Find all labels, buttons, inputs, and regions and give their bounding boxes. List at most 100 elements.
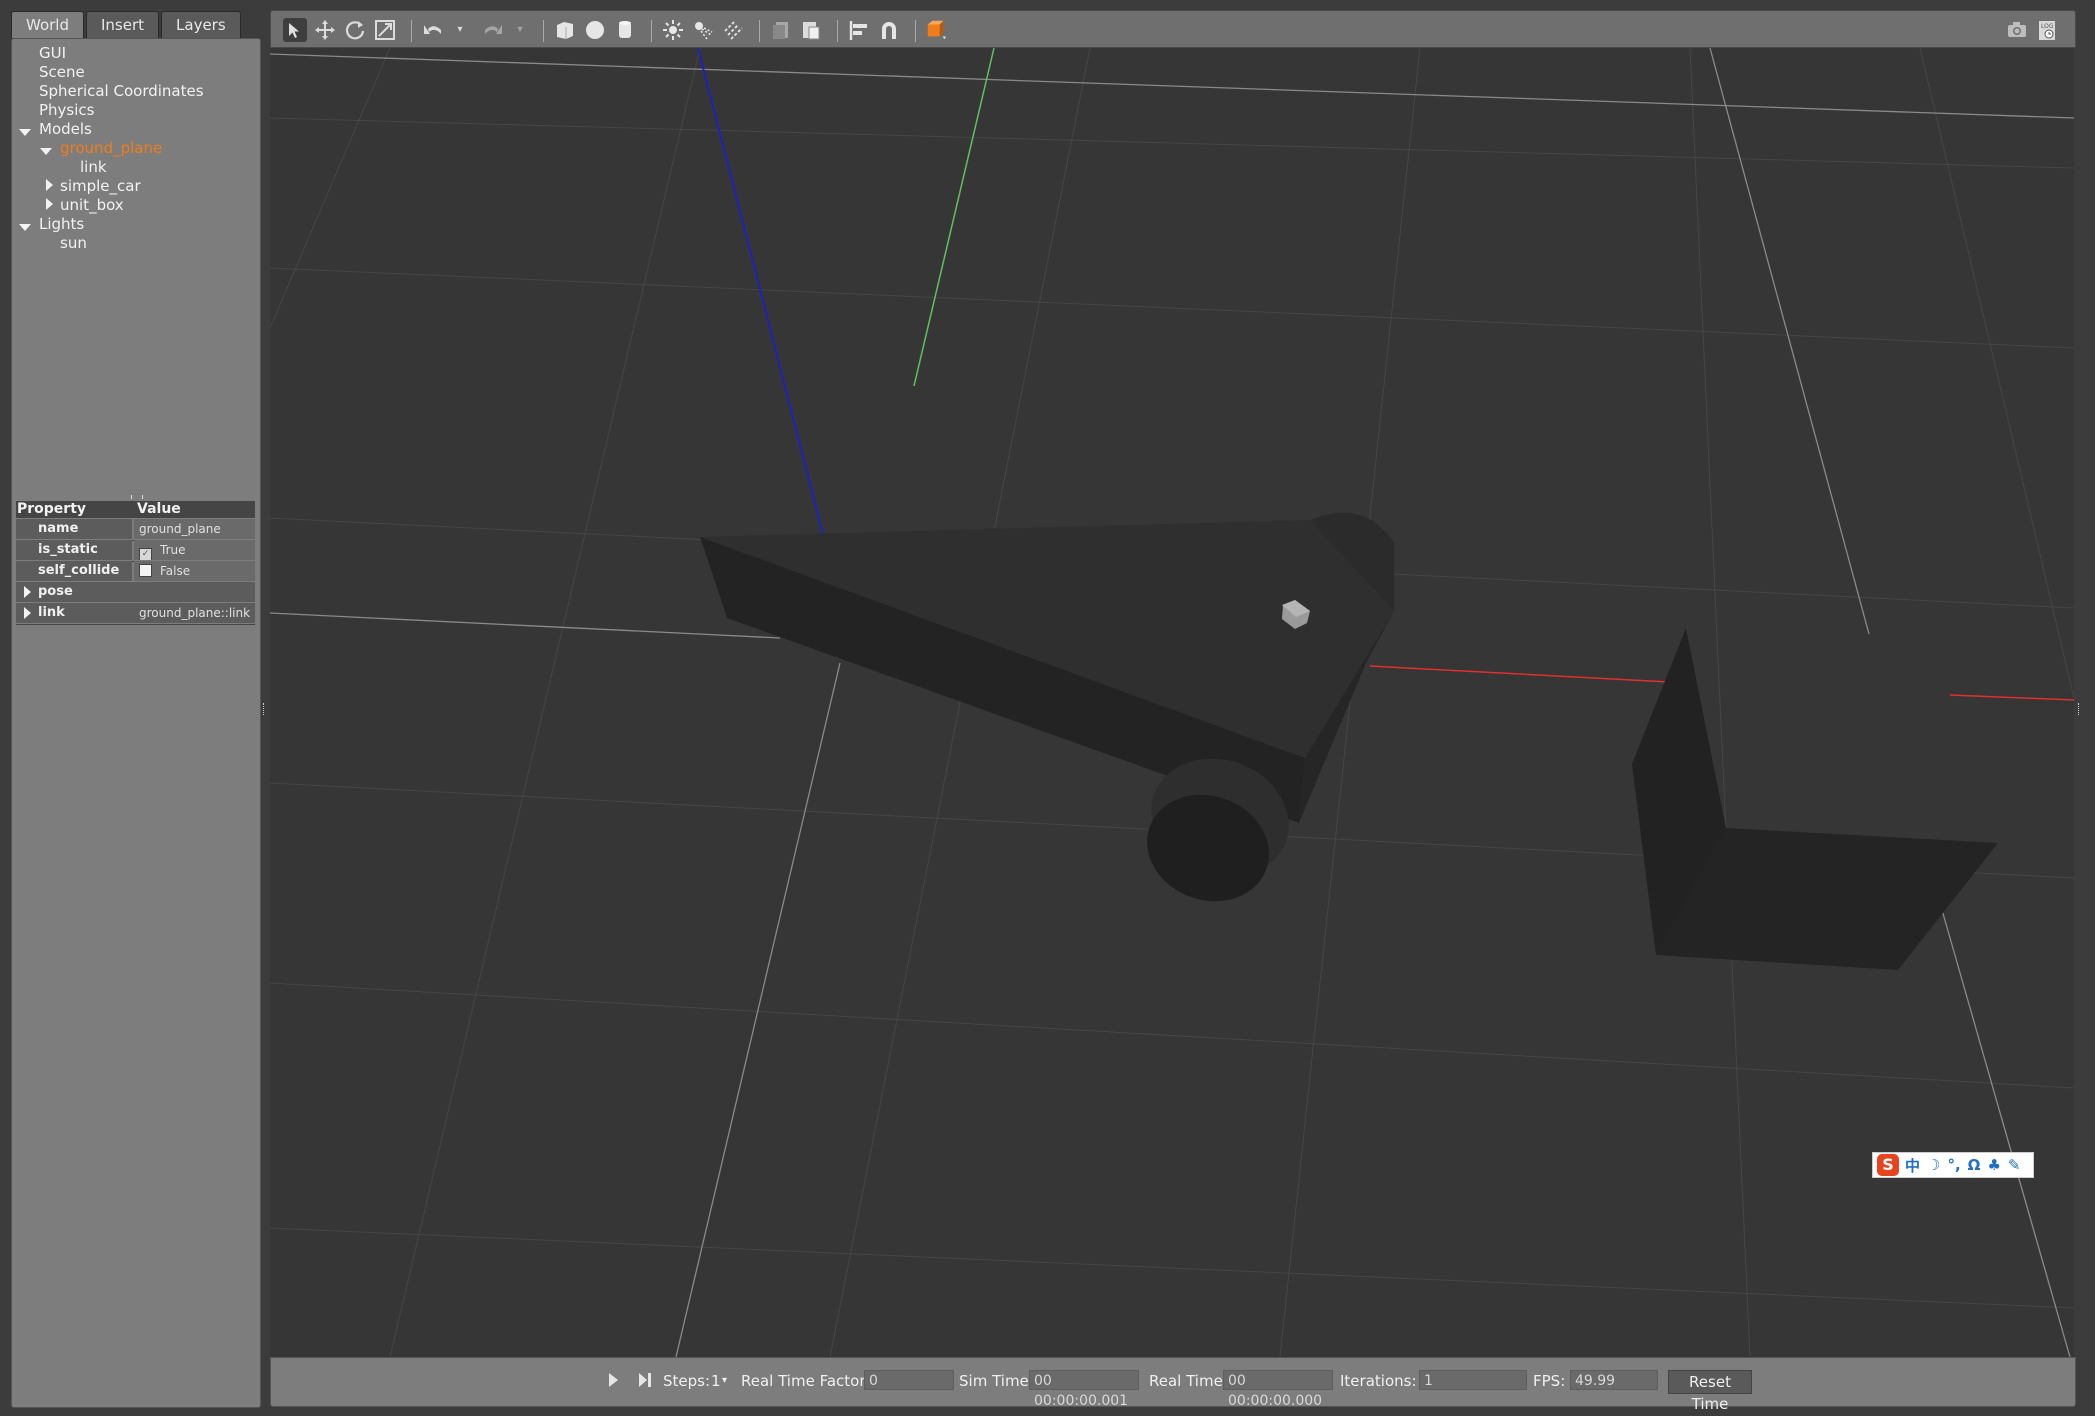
ime-moon-icon[interactable]: ☽ (1927, 1156, 1940, 1174)
undo-history-dropdown-icon[interactable]: ▾ (455, 18, 465, 42)
axis-x-line (1369, 665, 2074, 701)
steps-value[interactable]: 1 (711, 1372, 721, 1390)
property-key-link: link (38, 605, 65, 620)
property-row-name: name ground_plane (16, 519, 255, 541)
right-panel-collapse-handle[interactable] (2078, 703, 2082, 715)
ime-toolbar[interactable]: S 中 ☽ °, Ω ♣ ✎ (1872, 1152, 2034, 1178)
step-icon[interactable] (633, 1368, 657, 1392)
cylinder-icon[interactable] (613, 18, 637, 42)
iterations-value: 1 (1419, 1370, 1527, 1390)
property-header-row: Property Value (16, 501, 255, 518)
ime-settings-icon[interactable]: ✎ (2008, 1156, 2021, 1174)
scene-viewport[interactable]: S 中 ☽ °, Ω ♣ ✎ (270, 48, 2074, 1357)
tab-insert[interactable]: Insert (86, 11, 160, 38)
property-row-pose[interactable]: pose (16, 582, 255, 604)
tree-item-ground-plane[interactable]: ground_plane (60, 139, 162, 158)
world-panel: GUI Scene Spherical Coordinates Physics … (11, 38, 261, 1408)
main-toolbar: ▾ ▾ LOG (270, 10, 2076, 48)
property-column-header: Property (17, 501, 87, 517)
panel-splitter-handle[interactable] (131, 495, 143, 499)
tree-item-unit-box[interactable]: unit_box (60, 196, 124, 215)
tree-item-spherical-coordinates[interactable]: Spherical Coordinates (39, 82, 204, 101)
link-value: ground_plane::link (139, 606, 251, 620)
ime-logo[interactable]: S (1877, 1154, 1899, 1176)
tree-item-physics[interactable]: Physics (39, 101, 94, 120)
property-row-link[interactable]: link ground_plane::link (16, 603, 255, 625)
steps-label: Steps: (663, 1372, 711, 1390)
steps-dropdown-icon[interactable]: ▾ (722, 1375, 727, 1386)
fps-value: 49.99 (1570, 1370, 1658, 1390)
reset-time-button[interactable]: Reset Time (1668, 1370, 1752, 1413)
sphere-icon[interactable] (583, 18, 607, 42)
redo-icon[interactable] (481, 18, 505, 42)
expand-models-icon[interactable] (19, 129, 31, 136)
box-icon[interactable] (553, 18, 577, 42)
rotate-icon[interactable] (343, 18, 367, 42)
simple-car-model[interactable] (700, 512, 1394, 918)
value-column-header: Value (137, 501, 181, 517)
real-time-factor-label: Real Time Factor: (741, 1372, 871, 1390)
svg-text:LOG: LOG (2041, 23, 2054, 30)
property-row-is-static: is_static ✓ True (16, 540, 255, 562)
property-key-is-static: is_static (16, 540, 132, 560)
iterations-label: Iterations: (1340, 1372, 1417, 1390)
ime-punctuation-icon[interactable]: °, (1947, 1156, 1960, 1174)
spot-light-icon[interactable] (691, 18, 715, 42)
is-static-label: True (160, 543, 186, 557)
simulation-status-bar: Steps: 1 ▾ Real Time Factor: 0 Sim Time:… (270, 1357, 2076, 1413)
is-static-value: ✓ True (134, 540, 255, 560)
tree-item-gui[interactable]: GUI (39, 44, 66, 63)
screenshot-camera-icon[interactable] (2005, 18, 2029, 42)
expand-lights-icon[interactable] (19, 224, 31, 231)
undo-icon[interactable] (421, 18, 445, 42)
left-tabs: World Insert Layers (11, 11, 243, 38)
self-collide-label: False (160, 564, 191, 578)
scale-icon[interactable] (373, 18, 397, 42)
left-panel-collapse-handle[interactable] (263, 703, 267, 715)
scene-render (270, 48, 2074, 1357)
real-time-factor-value: 0 (864, 1370, 954, 1390)
name-value-field[interactable]: ground_plane (134, 519, 255, 539)
tree-item-models[interactable]: Models (39, 120, 92, 139)
snap-magnet-icon[interactable] (877, 18, 901, 42)
tab-world[interactable]: World (11, 11, 84, 38)
tree-item-link[interactable]: link (80, 158, 107, 177)
property-key-pose: pose (38, 584, 73, 599)
is-static-checkbox[interactable]: ✓ (139, 548, 152, 560)
expand-unit-box-icon[interactable] (46, 198, 53, 210)
real-time-value: 00 00:00:00.000 (1223, 1370, 1333, 1409)
tree-item-sun[interactable]: sun (60, 234, 87, 253)
property-key-name: name (16, 519, 132, 539)
expand-ground-plane-icon[interactable] (40, 148, 52, 155)
ime-skin-icon[interactable]: ♣ (1987, 1156, 2000, 1174)
copy-icon[interactable] (769, 18, 793, 42)
unit-box-model[interactable] (1632, 628, 1998, 970)
ime-chinese-mode[interactable]: 中 (1905, 1155, 1920, 1176)
property-row-self-collide: self_collide False (16, 561, 255, 583)
view-angle-icon[interactable] (925, 18, 949, 42)
tree-item-simple-car[interactable]: simple_car (60, 177, 141, 196)
property-key-self-collide: self_collide (16, 561, 132, 581)
directional-light-icon[interactable] (721, 18, 745, 42)
align-icon[interactable] (847, 18, 871, 42)
tree-item-lights[interactable]: Lights (39, 215, 84, 234)
sim-time-value: 00 00:00:00.001 (1029, 1370, 1139, 1409)
property-table: Property Value name ground_plane is_stat… (16, 501, 255, 625)
expand-simple-car-icon[interactable] (46, 179, 53, 191)
axis-y-line (913, 48, 995, 387)
self-collide-checkbox[interactable] (139, 564, 152, 577)
point-light-icon[interactable] (661, 18, 685, 42)
tab-layers[interactable]: Layers (161, 11, 241, 38)
select-arrow-icon[interactable] (283, 18, 307, 42)
ime-omega-icon[interactable]: Ω (1968, 1156, 1981, 1174)
left-panel: World Insert Layers GUI Scene Spherical … (0, 0, 266, 1416)
translate-icon[interactable] (313, 18, 337, 42)
paste-icon[interactable] (799, 18, 823, 42)
log-icon[interactable]: LOG (2035, 18, 2059, 42)
redo-history-dropdown-icon[interactable]: ▾ (515, 18, 525, 42)
self-collide-value: False (134, 561, 255, 581)
axis-z-line (697, 48, 827, 547)
real-time-label: Real Time: (1149, 1372, 1228, 1390)
play-icon[interactable] (601, 1368, 625, 1392)
tree-item-scene[interactable]: Scene (39, 63, 85, 82)
